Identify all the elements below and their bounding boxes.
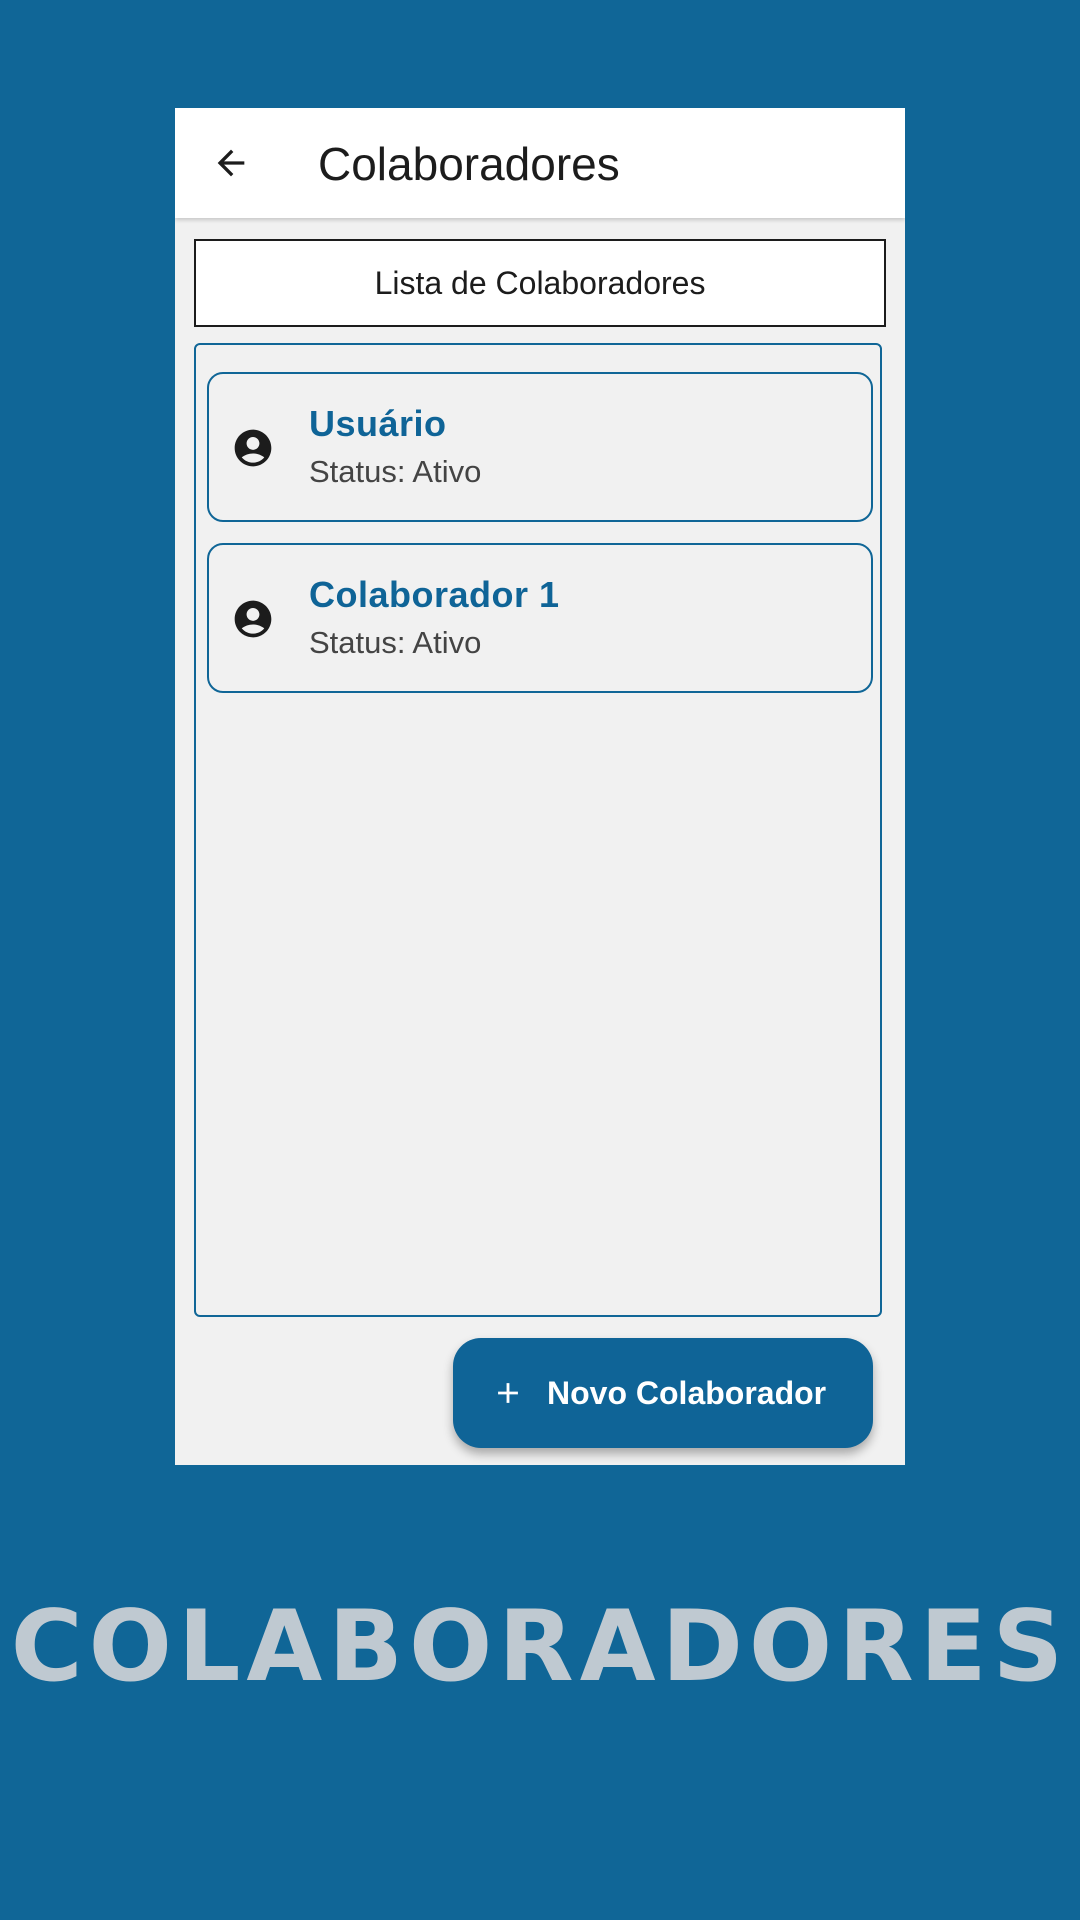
arrow-back-icon — [217, 149, 245, 177]
new-collaborator-label: Novo Colaborador — [547, 1374, 827, 1411]
collaborator-name: Colaborador 1 — [309, 574, 560, 615]
collaborator-list[interactable]: Usuário Status: Ativo Colaborador 1 Stat… — [194, 343, 882, 1317]
app-screen: Colaboradores Lista de Colaboradores Usu… — [175, 108, 905, 1465]
collaborator-status: Status: Ativo — [309, 454, 482, 489]
page-title: Colaboradores — [318, 138, 620, 190]
list-header: Lista de Colaboradores — [194, 239, 886, 327]
promo-title: COLABORADORES — [10, 1590, 1070, 1704]
list-item[interactable]: Usuário Status: Ativo — [207, 372, 873, 522]
back-button[interactable] — [203, 135, 259, 191]
account-circle-icon — [234, 600, 272, 638]
new-collaborator-button[interactable]: Novo Colaborador — [453, 1338, 873, 1448]
account-circle-icon — [234, 429, 272, 467]
list-item[interactable]: Colaborador 1 Status: Ativo — [207, 543, 873, 693]
collaborator-name: Usuário — [309, 403, 447, 444]
collaborator-status: Status: Ativo — [309, 625, 482, 660]
plus-icon — [498, 1383, 518, 1403]
app-bar: Colaboradores — [175, 108, 905, 218]
